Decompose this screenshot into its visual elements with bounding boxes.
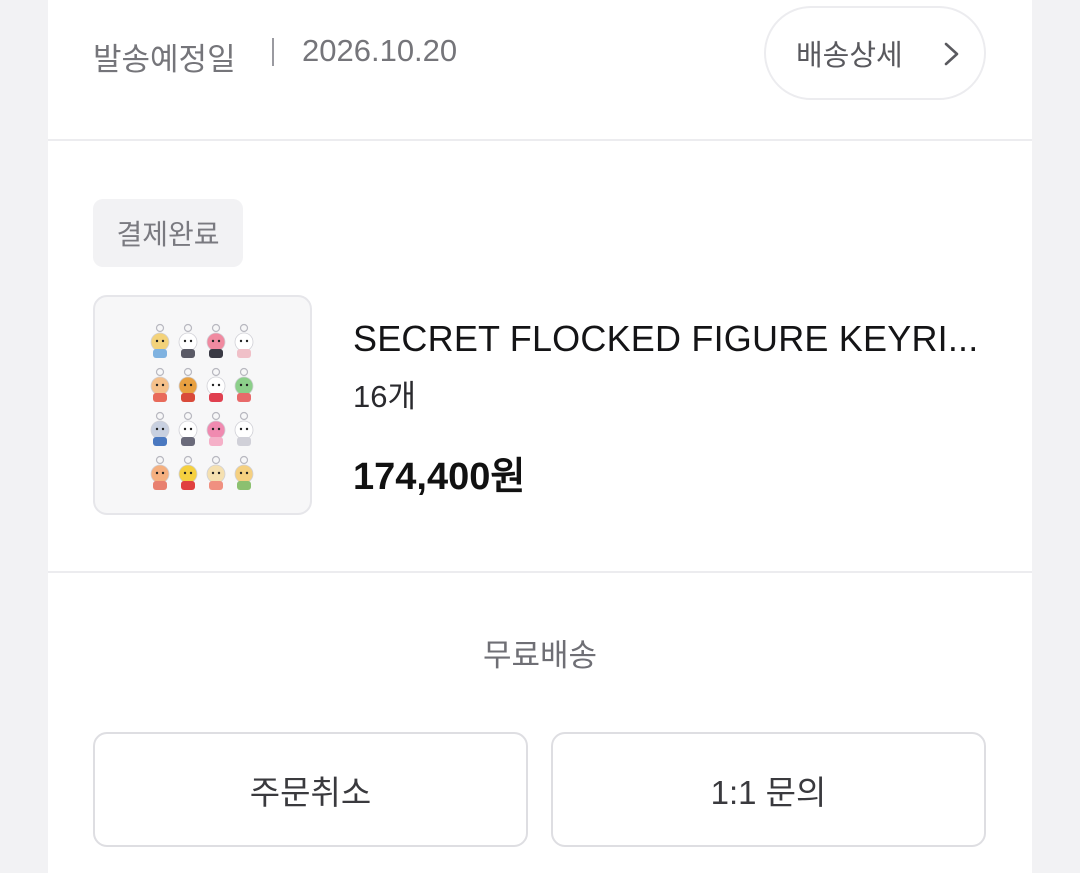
ship-date-value: 2026.10.20 <box>302 33 458 68</box>
product-price: 174,400원 <box>353 456 526 498</box>
cancel-order-button[interactable]: 주문취소 <box>93 732 528 847</box>
separator <box>272 34 274 70</box>
shipping-row: 발송예정일 2026.10.20 배송상세 <box>48 0 1032 141</box>
product-name[interactable]: SECRET FLOCKED FIGURE KEYRI... <box>353 318 993 360</box>
product-quantity: 16개 <box>353 379 417 414</box>
divider <box>48 571 1032 573</box>
shipping-detail-label: 배송상세 <box>796 38 903 72</box>
product-thumbnail[interactable] <box>93 295 312 515</box>
ship-date-label: 발송예정일 <box>93 42 236 78</box>
order-card: 발송예정일 2026.10.20 배송상세 결제완료 SECRET FLOCKE… <box>48 0 1032 873</box>
chevron-right-icon <box>944 42 959 66</box>
status-badge: 결제완료 <box>93 199 243 267</box>
product-image <box>150 323 254 490</box>
inquiry-button[interactable]: 1:1 문의 <box>551 732 986 847</box>
shipping-detail-button[interactable]: 배송상세 <box>764 6 986 100</box>
delivery-fee: 무료배송 <box>482 638 598 674</box>
